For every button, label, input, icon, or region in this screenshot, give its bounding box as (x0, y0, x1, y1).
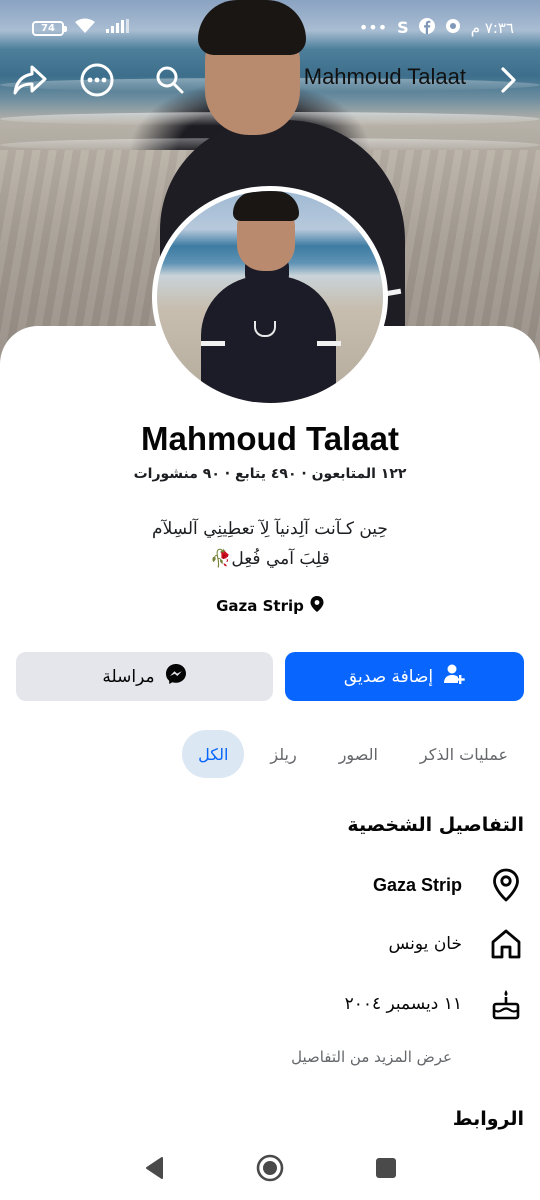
detail-birthday: ١١ ديسمبر ٢٠٠٤ (16, 982, 524, 1026)
search-icon[interactable] (150, 60, 190, 100)
detail-hometown-text: خان يونس (388, 934, 463, 954)
status-bar: 74 ••• S ٧:٣٦ م (0, 0, 540, 56)
system-nav-bar (0, 1136, 540, 1200)
clock-time: ٧:٣٦ م (470, 19, 514, 37)
tab-mentions[interactable]: عمليات الذكر (404, 730, 524, 778)
profile-stats[interactable]: ١٢٢ المتابعون · ٤٩٠ يتابع · ٩٠ منشورات (0, 466, 540, 482)
back-icon[interactable] (136, 1150, 172, 1186)
messenger-icon (165, 663, 187, 690)
signal-icon (106, 19, 130, 37)
battery-icon: 74 (32, 20, 67, 36)
more-options-icon[interactable] (77, 60, 117, 100)
share-icon[interactable] (10, 60, 50, 100)
add-friend-label: إضافة صديق (343, 666, 434, 687)
links-title: الروابط (452, 1108, 524, 1130)
profile-name: Mahmoud Talaat (141, 420, 399, 457)
s-icon: S (397, 18, 409, 37)
recents-icon[interactable] (368, 1150, 404, 1186)
detail-hometown: خان يونس (16, 922, 524, 966)
profile-bio: حِين كـآنت آلِدنيآ لِآ تعطِينِي آلسِلآم … (0, 514, 540, 574)
header-title: Mahmoud Talaat (303, 64, 466, 89)
more-dots-icon: ••• (358, 18, 388, 37)
tab-all[interactable]: الكل (182, 730, 245, 778)
avatar[interactable] (152, 186, 388, 408)
add-friend-button[interactable]: إضافة صديق (285, 652, 524, 701)
bio-line-1: حِين كـآنت آلِدنيآ لِآ تعطِينِي آلسِلآم (152, 519, 388, 539)
location-pin-icon (488, 867, 524, 903)
profile-tabs: الكل ريلز الصور عمليات الذكر (182, 730, 524, 778)
see-more-details-link[interactable]: عرض المزيد من التفاصيل (291, 1048, 452, 1066)
tab-reels[interactable]: ريلز (254, 730, 312, 778)
location-text: Gaza Strip (216, 597, 304, 615)
wifi-icon (74, 18, 96, 38)
home-button-icon[interactable] (252, 1150, 288, 1186)
birthday-cake-icon (488, 986, 524, 1022)
detail-location: Gaza Strip (16, 863, 524, 907)
profile-location: Gaza Strip (0, 596, 540, 616)
add-friend-icon (443, 663, 465, 690)
profile-screen: 74 ••• S ٧:٣٦ م Mahmoud Talaat Mahmoud T… (0, 0, 540, 1200)
threads-icon (445, 18, 461, 38)
location-pin-icon (310, 596, 324, 616)
bio-line-2: قلِبَ آمي فُعِل🥀 (210, 549, 330, 569)
detail-location-text: Gaza Strip (372, 874, 462, 895)
tab-photos[interactable]: الصور (323, 730, 394, 778)
chevron-right-icon[interactable] (488, 60, 528, 100)
home-icon (488, 926, 524, 962)
message-button[interactable]: مراسلة (16, 652, 273, 701)
message-label: مراسلة (102, 666, 155, 687)
battery-level: 74 (41, 22, 55, 34)
details-title: التفاصيل الشخصية (347, 814, 524, 836)
facebook-icon (418, 18, 435, 38)
top-nav: Mahmoud Talaat (0, 56, 540, 104)
detail-birthday-text: ١١ ديسمبر ٢٠٠٤ (344, 994, 462, 1014)
